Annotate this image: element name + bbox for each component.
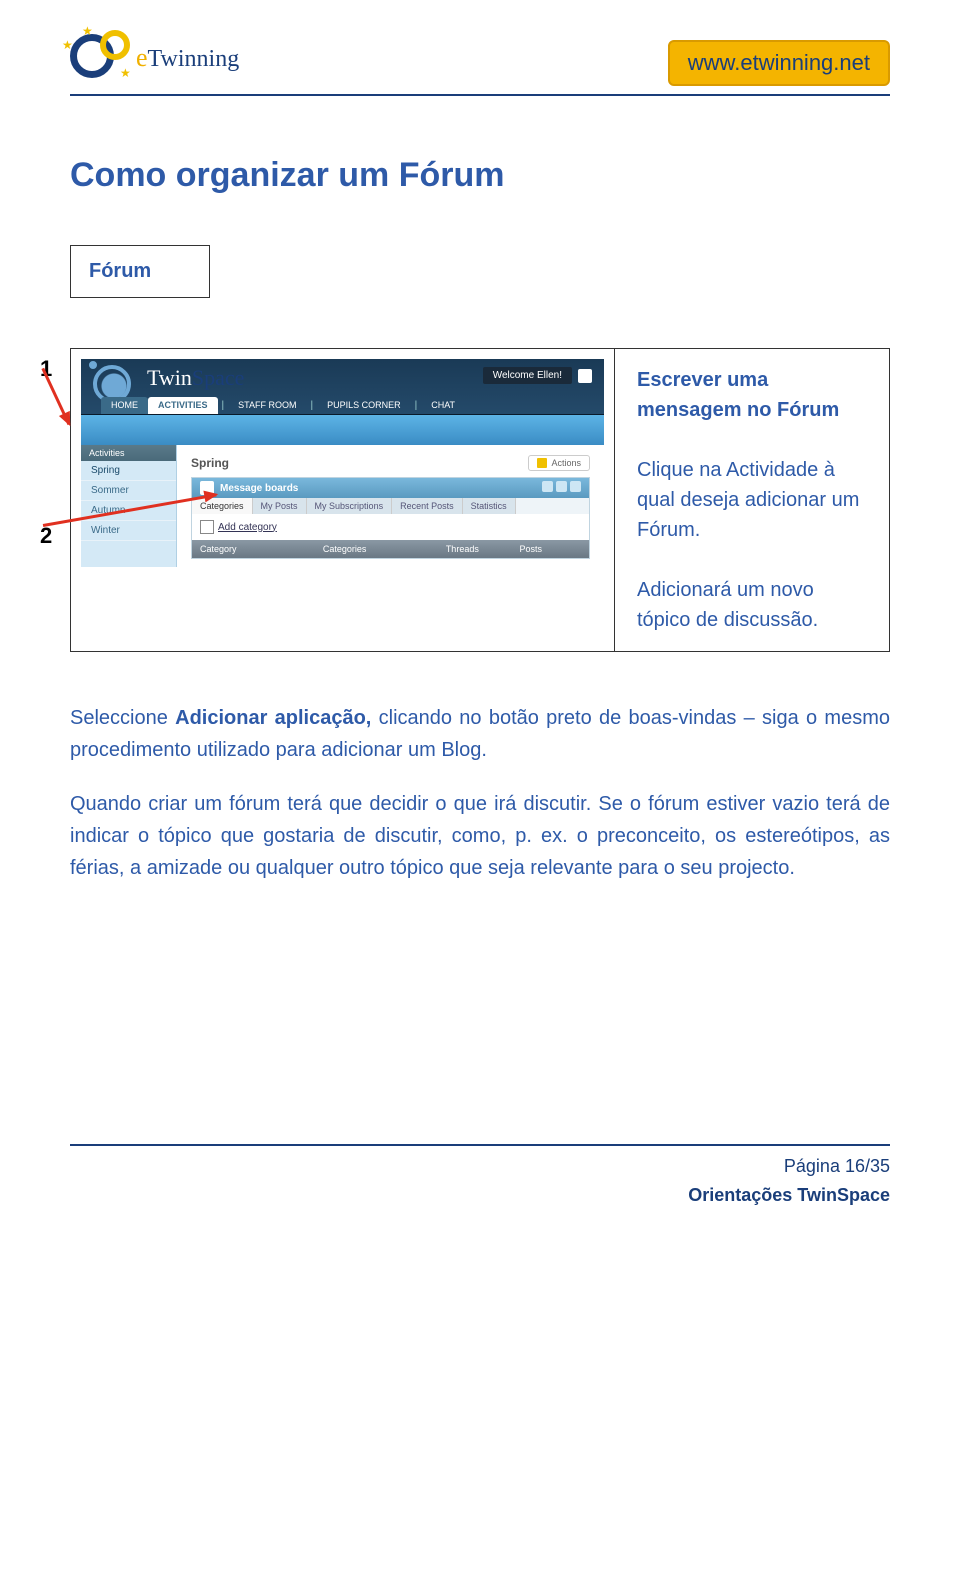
main-content: Spring Actions Message boards xyxy=(177,445,604,567)
arrow-1 xyxy=(42,368,70,425)
desc-p2: Adicionará um novo tópico de discussão. xyxy=(637,575,871,635)
desc-p1: Clique na Actividade à qual deseja adici… xyxy=(637,455,871,545)
page-number: Página 16/35 xyxy=(70,1156,890,1177)
body-p1: Seleccione Adicionar aplicação, clicando… xyxy=(70,702,890,766)
body-text: Seleccione Adicionar aplicação, clicando… xyxy=(70,702,890,884)
nav-staff-room[interactable]: STAFF ROOM xyxy=(228,397,306,414)
breadcrumb: Spring xyxy=(191,456,229,470)
screenshot-cell: TwinSpace Welcome Ellen! HOME ACTIVITIES… xyxy=(70,348,615,652)
app-logo: TwinSpace xyxy=(147,365,244,391)
nav-activities[interactable]: ACTIVITIES xyxy=(148,397,218,414)
desc-heading: Escrever uma mensagem no Fórum xyxy=(637,369,839,421)
add-category-link[interactable]: Add category xyxy=(192,514,589,540)
actions-button[interactable]: Actions xyxy=(528,455,590,471)
nav-pupils-corner[interactable]: PUPILS CORNER xyxy=(317,397,411,414)
welcome-area: Welcome Ellen! xyxy=(483,367,592,384)
welcome-badge: Welcome Ellen! xyxy=(483,367,572,384)
step-number-2: 2 xyxy=(40,523,52,549)
sidebar-header: Activities xyxy=(81,445,176,461)
column-headers: Category Categories Threads Posts xyxy=(192,540,589,558)
nav-chat[interactable]: CHAT xyxy=(421,397,465,414)
nav-home[interactable]: HOME xyxy=(101,397,148,414)
doc-title: Orientações TwinSpace xyxy=(70,1185,890,1206)
app-header: TwinSpace Welcome Ellen! HOME ACTIVITIES… xyxy=(81,359,604,415)
col-categories: Categories xyxy=(323,544,446,554)
app-subheader xyxy=(81,415,604,445)
logo-icon: ★★★ xyxy=(70,30,130,86)
tab-categories[interactable]: Categories xyxy=(192,498,253,514)
panel-controls[interactable] xyxy=(539,481,581,495)
tab-my-posts[interactable]: My Posts xyxy=(253,498,307,514)
tab-statistics[interactable]: Statistics xyxy=(463,498,516,514)
etwinning-logo: ★★★ eTwinning xyxy=(70,30,239,86)
instruction-row: 1 2 TwinSpace Welcome Ellen! HOME A xyxy=(70,348,890,652)
sidebar-item-winter[interactable]: Winter xyxy=(81,521,176,541)
sidebar-item-sommer[interactable]: Sommer xyxy=(81,481,176,501)
sidebar-item-spring[interactable]: Spring xyxy=(81,461,176,481)
twinspace-app: TwinSpace Welcome Ellen! HOME ACTIVITIES… xyxy=(81,359,604,567)
tab-my-subscriptions[interactable]: My Subscriptions xyxy=(307,498,393,514)
forum-label: Fórum xyxy=(89,260,191,283)
panel-title: Message boards xyxy=(220,483,298,494)
sidebar: Activities Spring Sommer Autumn Winter xyxy=(81,445,177,567)
page-footer: Página 16/35 Orientações TwinSpace xyxy=(70,1144,890,1206)
body-p2: Quando criar um fórum terá que decidir o… xyxy=(70,788,890,884)
tab-recent-posts[interactable]: Recent Posts xyxy=(392,498,463,514)
description-cell: Escrever uma mensagem no Fórum Clique na… xyxy=(615,348,890,652)
url-badge: www.etwinning.net xyxy=(668,40,890,86)
forum-label-cell: Fórum xyxy=(70,245,210,298)
col-threads: Threads xyxy=(446,544,520,554)
user-icon[interactable] xyxy=(578,369,592,383)
col-posts: Posts xyxy=(520,544,581,554)
message-boards-panel: Message boards Categories My Posts My Su… xyxy=(191,477,590,559)
page-header: ★★★ eTwinning www.etwinning.net xyxy=(70,30,890,96)
col-category: Category xyxy=(200,544,323,554)
main-nav: HOME ACTIVITIES | STAFF ROOM | PUPILS CO… xyxy=(101,397,465,414)
logo-text: eTwinning xyxy=(136,43,239,73)
panel-tabs: Categories My Posts My Subscriptions Rec… xyxy=(192,498,589,514)
page-title: Como organizar um Fórum xyxy=(70,156,890,195)
